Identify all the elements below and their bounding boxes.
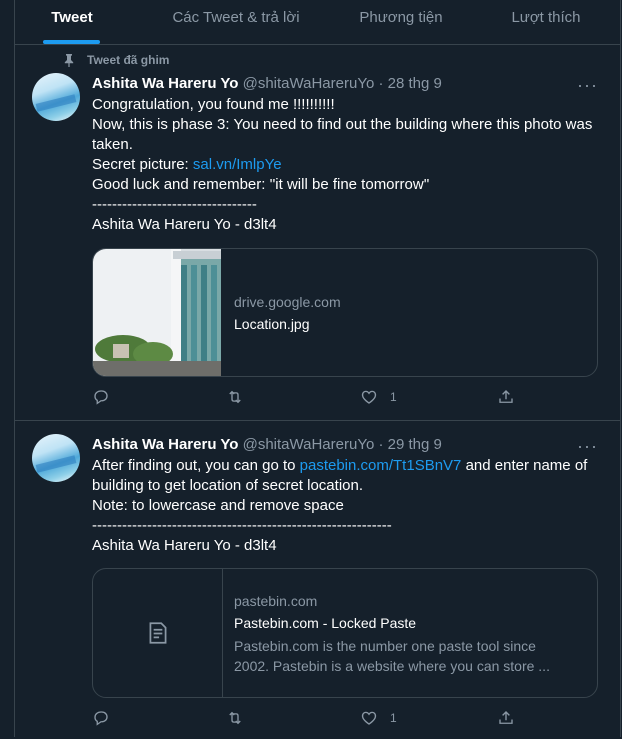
tweet-line: --------------------------------- — [92, 196, 257, 213]
document-icon — [149, 622, 166, 644]
heart-icon — [361, 711, 377, 725]
display-name[interactable]: Ashita Wa Hareru Yo — [92, 436, 238, 453]
tab-tweets[interactable]: Tweet — [51, 0, 93, 44]
card-domain: pastebin.com — [234, 593, 318, 609]
card-title: Location.jpg — [234, 316, 310, 332]
tweet-header: Ashita Wa Hareru Yo @shitaWaHareruYo · 2… — [92, 75, 442, 92]
tweet-text: After finding out, you can go to pastebi… — [92, 456, 612, 556]
card-domain: drive.google.com — [234, 294, 341, 310]
tweet-line: Now, this is phase 3: You need to find o… — [92, 116, 593, 153]
avatar[interactable] — [32, 73, 80, 121]
tab-tweets-and-replies[interactable]: Các Tweet & trả lời — [161, 0, 311, 44]
link-card-pastebin[interactable]: pastebin.com Pastebin.com - Locked Paste… — [92, 568, 598, 698]
display-name[interactable]: Ashita Wa Hareru Yo — [92, 75, 238, 92]
card-description: Pastebin.com is the number one paste too… — [234, 636, 584, 676]
tweet-header: Ashita Wa Hareru Yo @shitaWaHareruYo · 2… — [92, 436, 442, 453]
retweet-icon — [229, 711, 241, 725]
tab-likes[interactable]: Lượt thích — [509, 0, 583, 44]
card-text: drive.google.com Location.jpg — [234, 291, 341, 335]
tweet-line: After finding out, you can go to pastebi… — [92, 456, 612, 496]
card-desc-line: 2002. Pastebin is a website where you ca… — [234, 658, 550, 674]
secret-picture-link[interactable]: sal.vn/ImlpYe — [193, 156, 282, 173]
card-text: pastebin.com Pastebin.com - Locked Paste… — [234, 590, 584, 676]
tweet[interactable]: Ashita Wa Hareru Yo @shitaWaHareruYo · 2… — [15, 421, 620, 739]
tweet-line: Note: to lowercase and remove space — [92, 497, 344, 514]
pinned-label: Tweet đã ghim — [87, 53, 170, 67]
card-thumbnail — [93, 569, 223, 697]
active-tab-indicator — [43, 40, 100, 44]
tweet-text: Congratulation, you found me !!!!!!!!!! … — [92, 95, 612, 235]
tab-media[interactable]: Phương tiện — [358, 0, 444, 44]
pinned-label-row: Tweet đã ghim — [63, 53, 169, 67]
tweet-line: ----------------------------------------… — [92, 517, 392, 534]
retweet-button[interactable] — [226, 709, 256, 727]
more-options-icon[interactable]: ··· — [577, 436, 598, 457]
tweet-line-prefix: After finding out, you can go to — [92, 457, 300, 474]
like-count: 1 — [390, 711, 397, 725]
profile-timeline: Tweet Các Tweet & trả lời Phương tiện Lư… — [14, 0, 621, 737]
tweet-actions: 1 — [92, 388, 532, 408]
tweet-line: Congratulation, you found me !!!!!!!!!! — [92, 96, 335, 113]
reply-button[interactable] — [92, 388, 122, 406]
card-title: Pastebin.com - Locked Paste — [234, 615, 417, 631]
like-button[interactable]: 1 — [360, 709, 397, 727]
reply-icon — [94, 390, 108, 405]
profile-tabs: Tweet Các Tweet & trả lời Phương tiện Lư… — [15, 0, 620, 45]
retweet-icon — [229, 390, 241, 404]
reply-button[interactable] — [92, 709, 122, 727]
like-count: 1 — [390, 390, 397, 404]
card-thumbnail-building — [93, 249, 221, 376]
user-handle[interactable]: @shitaWaHareruYo — [243, 436, 375, 453]
retweet-button[interactable] — [226, 388, 256, 406]
tweet-actions: 1 — [92, 709, 532, 729]
card-desc-line: Pastebin.com is the number one paste too… — [234, 638, 536, 654]
share-button[interactable] — [497, 709, 527, 727]
avatar[interactable] — [32, 434, 80, 482]
separator-dot: · — [374, 436, 388, 453]
tweet-line: Secret picture: sal.vn/ImlpYe — [92, 155, 612, 175]
pinned-tweet[interactable]: Tweet đã ghim Ashita Wa Hareru Yo @shita… — [15, 45, 620, 421]
share-icon — [499, 711, 513, 724]
more-options-icon[interactable]: ··· — [577, 75, 598, 96]
tweet-line: Good luck and remember: ''it will be fin… — [92, 176, 430, 193]
pastebin-link[interactable]: pastebin.com/Tt1SBnV7 — [300, 457, 462, 474]
tweet-line-prefix: Secret picture: — [92, 156, 193, 173]
tweet-line: Ashita Wa Hareru Yo - d3lt4 — [92, 537, 277, 554]
heart-icon — [361, 390, 377, 404]
share-button[interactable] — [497, 388, 527, 406]
user-handle[interactable]: @shitaWaHareruYo — [243, 75, 375, 92]
reply-icon — [94, 711, 108, 726]
like-button[interactable]: 1 — [360, 388, 397, 406]
separator-dot: · — [374, 75, 388, 92]
link-card-drive[interactable]: drive.google.com Location.jpg — [92, 248, 598, 377]
pin-icon — [64, 53, 74, 67]
tweet-line: Ashita Wa Hareru Yo - d3lt4 — [92, 216, 277, 233]
tweet-date[interactable]: 29 thg 9 — [388, 436, 442, 453]
share-icon — [499, 390, 513, 403]
tweet-date[interactable]: 28 thg 9 — [388, 75, 442, 92]
